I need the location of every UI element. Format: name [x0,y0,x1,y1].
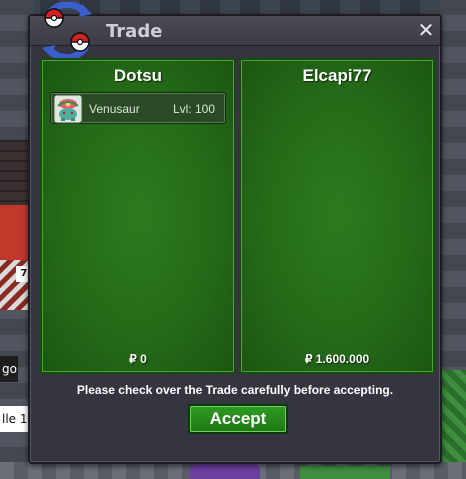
my-offer-panel[interactable]: Dotsu Venusaur Lvl: 100 ₽ 0 [40,58,236,374]
world-npc-purple [190,464,260,479]
my-trainer-name: Dotsu [113,66,163,85]
partner-offer-panel: Elcapi77 ₽ 1.600.000 [239,58,435,374]
world-sign-dark: go [0,356,18,382]
partner-money-offer: ₽ 1.600.000 [304,352,370,366]
pokemon-name: Venusaur [89,102,140,116]
trade-window: Trade ✕ Dotsu Venusaur Lvl: 100 ₽ 0 Elca… [28,2,442,464]
close-icon[interactable]: ✕ [416,20,436,40]
world-bush [300,466,390,479]
offered-pokemon-slot[interactable]: Venusaur Lvl: 100 [50,92,226,124]
my-money-offer[interactable]: ₽ 0 [42,352,234,366]
trade-warning-text: Please check over the Trade carefully be… [76,383,394,397]
accept-button[interactable]: Accept [188,404,288,434]
partner-trainer-name: Elcapi77 [302,66,372,85]
window-title: Trade [106,21,163,42]
pokemon-level: Lvl: 100 [172,102,215,116]
venusaur-sprite-icon [53,94,83,124]
pokeball-trade-logo-icon [42,2,92,60]
